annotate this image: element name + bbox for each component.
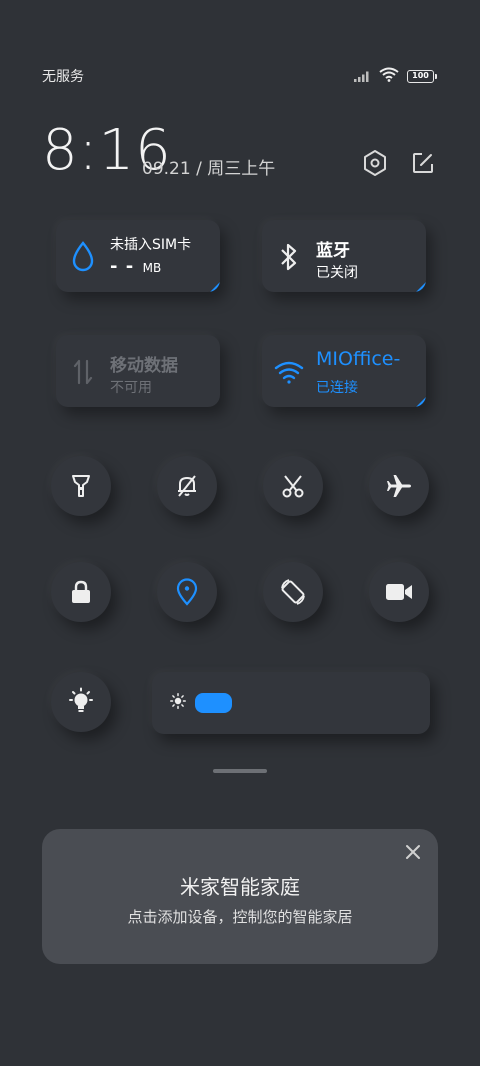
water-drop-icon bbox=[68, 241, 98, 272]
settings-button[interactable] bbox=[360, 148, 390, 178]
close-icon[interactable] bbox=[404, 843, 422, 861]
header: 8:16 09.21 / 周三上午 bbox=[42, 118, 438, 188]
flashlight-icon bbox=[72, 475, 90, 497]
signal-icon bbox=[354, 67, 371, 86]
wifi-tile[interactable]: MIOffice- 已连接 bbox=[262, 335, 426, 407]
video-camera-icon bbox=[386, 584, 412, 600]
lock-icon bbox=[72, 580, 90, 603]
silent-toggle[interactable] bbox=[157, 456, 217, 516]
bell-off-icon bbox=[178, 475, 196, 497]
mobile-data-title: 移动数据 bbox=[110, 356, 178, 376]
bluetooth-title: 蓝牙 bbox=[316, 241, 350, 261]
wifi-status: 已连接 bbox=[316, 380, 358, 396]
expand-corner[interactable] bbox=[416, 282, 426, 292]
mobile-data-tile[interactable]: 移动数据 不可用 bbox=[56, 335, 220, 407]
airplane-icon bbox=[387, 475, 411, 497]
brightness-slider[interactable] bbox=[152, 672, 430, 734]
edit-button[interactable] bbox=[408, 148, 438, 178]
mijia-title: 米家智能家庭 bbox=[180, 875, 300, 899]
data-arrows-icon bbox=[68, 357, 98, 387]
date-label: 09.21 / 周三上午 bbox=[142, 159, 276, 179]
edit-icon bbox=[413, 153, 433, 173]
scissors-icon bbox=[282, 475, 304, 498]
brightness-fill[interactable] bbox=[195, 693, 232, 713]
screenshot-toggle[interactable] bbox=[263, 456, 323, 516]
status-bar: 无服务 100 bbox=[42, 64, 437, 88]
expand-corner[interactable] bbox=[416, 397, 426, 407]
reading-mode-toggle[interactable] bbox=[51, 672, 111, 732]
expand-corner[interactable] bbox=[210, 282, 220, 292]
location-toggle[interactable] bbox=[157, 562, 217, 622]
flashlight-toggle[interactable] bbox=[51, 456, 111, 516]
lightbulb-icon bbox=[69, 687, 93, 712]
data-usage-value: - - MB bbox=[110, 256, 162, 277]
mijia-card[interactable]: 米家智能家庭 点击添加设备，控制您的智能家居 bbox=[42, 829, 438, 964]
bluetooth-status: 已关闭 bbox=[316, 265, 358, 281]
mijia-subtitle: 点击添加设备，控制您的智能家居 bbox=[127, 908, 353, 926]
data-usage-tile[interactable]: 未插入SIM卡 - - MB bbox=[56, 220, 220, 292]
bluetooth-tile[interactable]: 蓝牙 已关闭 bbox=[262, 220, 426, 292]
status-icons: 100 bbox=[354, 67, 437, 86]
battery-icon: 100 bbox=[407, 69, 437, 83]
location-icon bbox=[176, 578, 198, 606]
airplane-toggle[interactable] bbox=[369, 456, 429, 516]
sun-icon bbox=[170, 693, 186, 713]
mobile-data-status: 不可用 bbox=[110, 380, 152, 396]
auto-rotate-toggle[interactable] bbox=[263, 562, 323, 622]
carrier-label: 无服务 bbox=[42, 69, 84, 85]
lock-toggle[interactable] bbox=[51, 562, 111, 622]
screen-record-toggle[interactable] bbox=[369, 562, 429, 622]
settings-icon bbox=[364, 150, 386, 176]
data-usage-title: 未插入SIM卡 bbox=[110, 237, 192, 253]
wifi-icon bbox=[379, 67, 399, 86]
drag-handle[interactable] bbox=[213, 769, 267, 773]
wifi-icon bbox=[274, 357, 304, 387]
wifi-title: MIOffice- bbox=[316, 348, 401, 370]
bluetooth-icon bbox=[274, 242, 304, 272]
rotate-icon bbox=[281, 579, 305, 605]
